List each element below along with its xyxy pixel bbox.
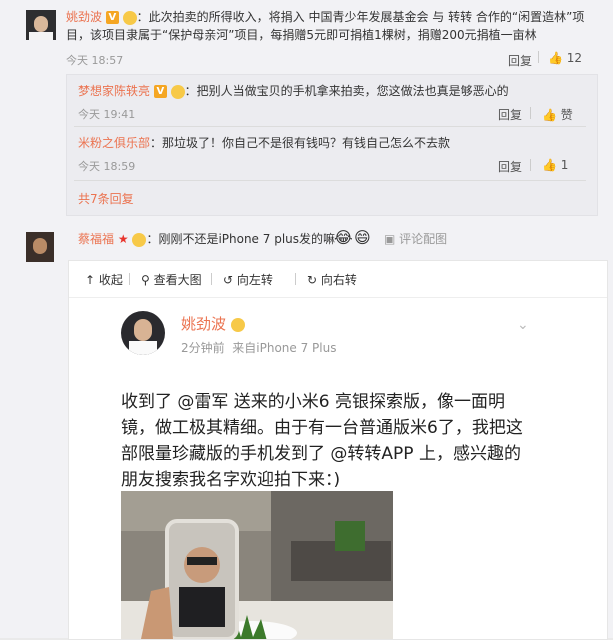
comment-body: 姚劲波 V ：此次拍卖的所得收入，将捐入 中国青少年发展基金会 与 转转 合作的… (66, 8, 596, 44)
reply-time: 今天 19:41 (78, 108, 136, 121)
avatar[interactable] (26, 232, 54, 262)
view-comment-image-link[interactable]: ▣ 评论配图 (384, 230, 447, 248)
comment-author[interactable]: 蔡福福 (78, 232, 114, 246)
like-label: 赞 (560, 108, 573, 122)
laughing-emoji-icon: 😂 (334, 228, 353, 247)
reply-button[interactable]: 回复 (508, 52, 532, 69)
rotate-left-icon: ↺ (223, 273, 234, 287)
collapse-button[interactable]: ↑ 收起 (85, 271, 123, 288)
reply-text: ：那垃圾了！你自己不是很有钱吗？有钱自己怎么不去款 (150, 136, 451, 150)
comment-thread-2: 蔡福福 ★ ：刚刚不还是iPhone 7 plus发的嘛 😂 😄 ▣ 评论配图 … (0, 222, 613, 640)
post-photo (121, 491, 393, 639)
avatar (121, 311, 165, 355)
post-line: 镜，做工极其精细。由于有一台普通版米6了，我把这 (121, 418, 523, 438)
reply-button[interactable]: 回复 (498, 158, 522, 175)
verified-icon: V (105, 11, 119, 24)
post-line: 收到了 @雷军 送来的小米6 亮银探索版，像一面明 (121, 392, 506, 412)
more-replies-link[interactable]: 共7条回复 (78, 190, 134, 208)
divider (74, 180, 586, 181)
thumbs-up-icon: 👍 (548, 51, 563, 65)
comment-thread-1: 姚劲波 V ：此次拍卖的所得收入，将捐入 中国青少年发展基金会 与 转转 合作的… (0, 0, 613, 222)
rotate-left-button[interactable]: ↺ 向左转 (223, 271, 273, 288)
divider (530, 159, 531, 171)
rotate-right-button[interactable]: ↻ 向右转 (307, 271, 357, 288)
emoji-icon (170, 84, 185, 99)
collapse-icon: ↑ (85, 273, 96, 287)
comment-author[interactable]: 姚劲波 (66, 10, 102, 24)
divider (530, 107, 531, 119)
like-button[interactable]: 👍 1 (542, 158, 568, 172)
image-toolbar: ↑ 收起 ⚲ 查看大图 ↺ 向左转 ↻ 向右转 (69, 261, 607, 298)
reply-author[interactable]: 梦想家陈轶亮 (78, 84, 150, 98)
post-meta: 2分钟前 来自iPhone 7 Plus (181, 341, 337, 355)
like-count: 1 (560, 158, 569, 172)
like-button[interactable]: 👍 12 (548, 51, 582, 65)
emoji-icon (132, 232, 147, 247)
list-item: 米粉之俱乐部：那垃圾了！你自己不是很有钱吗？有钱自己怎么不去款 (78, 134, 588, 152)
divider (538, 51, 539, 63)
comment-text: ：刚刚不还是iPhone 7 plus发的嘛 (146, 232, 336, 246)
list-item: 梦想家陈轶亮 V ：把别人当做宝贝的手机拿来拍卖，您这做法也真是够恶心的 (78, 82, 588, 100)
post-text: 收到了 @雷军 送来的小米6 亮银探索版，像一面明 镜，做工极其精细。由于有一台… (121, 389, 561, 493)
emoji-icon (230, 317, 245, 332)
post-author: 姚劲波 (181, 313, 245, 334)
chevron-down-icon: ⌄ (517, 317, 529, 333)
verified-icon: V (153, 85, 167, 98)
photo-illustration (121, 491, 393, 639)
reply-text: ：把别人当做宝贝的手机拿来拍卖，您这做法也真是够恶心的 (184, 84, 509, 98)
comment-text: ：此次拍卖的所得收入，将捐入 中国青少年发展基金会 与 转转 合作的“闲置造林”… (66, 10, 585, 42)
view-large-button[interactable]: ⚲ 查看大图 (141, 271, 202, 288)
post-line: 部限量珍藏版的手机发到了 @转转APP 上，感兴趣的 (121, 444, 521, 464)
rotate-right-icon: ↻ (307, 273, 318, 287)
image-icon: ▣ (384, 232, 396, 246)
like-count: 12 (566, 51, 583, 65)
star-icon: ★ (117, 232, 129, 246)
divider (74, 126, 586, 127)
thumbs-up-icon: 👍 (542, 108, 557, 122)
zoom-icon: ⚲ (141, 273, 150, 287)
thumbs-up-icon: 👍 (542, 158, 557, 172)
post-line: 朋友搜索我名字欢迎拍下来：) (121, 470, 341, 490)
emoji-icon (122, 10, 137, 25)
like-button[interactable]: 👍 赞 (542, 106, 573, 123)
reply-button[interactable]: 回复 (498, 106, 522, 123)
avatar[interactable] (26, 10, 56, 40)
reply-author[interactable]: 米粉之俱乐部 (78, 136, 150, 150)
grinning-emoji-icon: 😄 (354, 228, 371, 247)
image-preview-card: ↑ 收起 ⚲ 查看大图 ↺ 向左转 ↻ 向右转 姚劲波 2分钟前 来自iPhon… (68, 260, 608, 640)
reply-time: 今天 18:59 (78, 160, 136, 173)
comment-time: 今天 18:57 (66, 54, 124, 67)
